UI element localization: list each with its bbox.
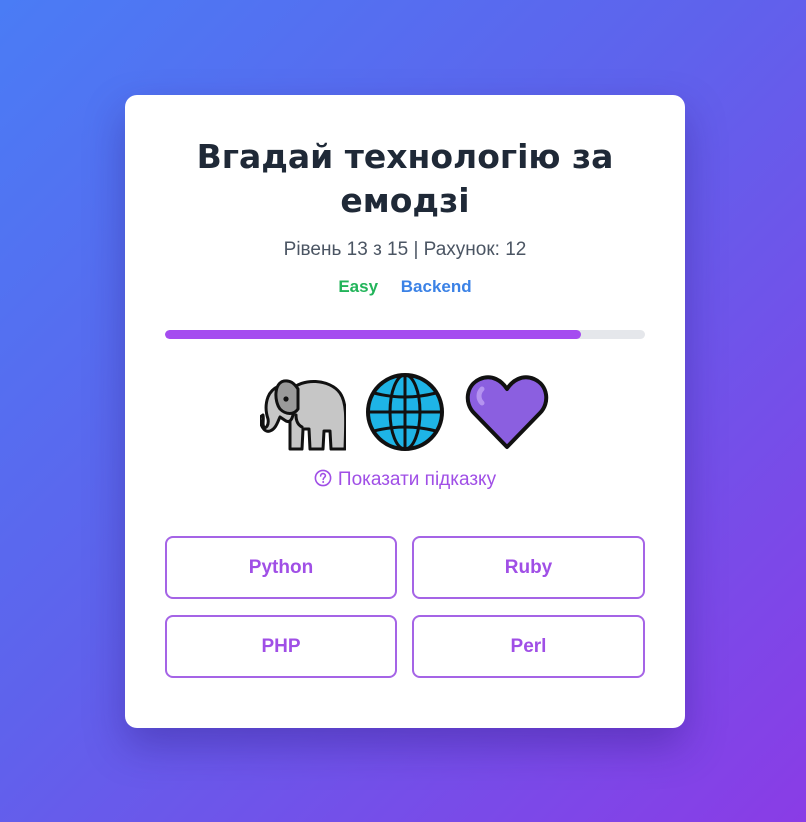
option-python-button[interactable]: Python	[165, 536, 397, 599]
show-hint-label: Показати підказку	[337, 469, 497, 490]
progress-bar-fill	[165, 330, 582, 339]
option-php-button[interactable]: PHP	[165, 615, 397, 678]
answer-options: Python Ruby PHP Perl	[165, 536, 645, 678]
quiz-card: Вгадай технологію за емодзі Рівень 13 з …	[125, 95, 685, 728]
globe-with-meridians-emoji	[366, 373, 444, 451]
tags-row: Easy Backend	[165, 276, 645, 298]
option-perl-button[interactable]: Perl	[412, 615, 645, 678]
difficulty-badge: Easy	[338, 277, 379, 296]
question-circle-icon	[314, 469, 332, 487]
emoji-clue	[165, 371, 645, 453]
quiz-title: Вгадай технологію за емодзі	[196, 137, 614, 220]
show-hint-button[interactable]: Показати підказку	[165, 467, 645, 493]
category-badge: Backend	[400, 277, 472, 296]
purple-heart-emoji	[465, 375, 549, 449]
progress-bar	[165, 330, 645, 339]
option-ruby-button[interactable]: Ruby	[412, 536, 645, 599]
level-score-status: Рівень 13 з 15 | Рахунок: 12	[283, 239, 527, 260]
elephant-emoji	[260, 379, 346, 451]
